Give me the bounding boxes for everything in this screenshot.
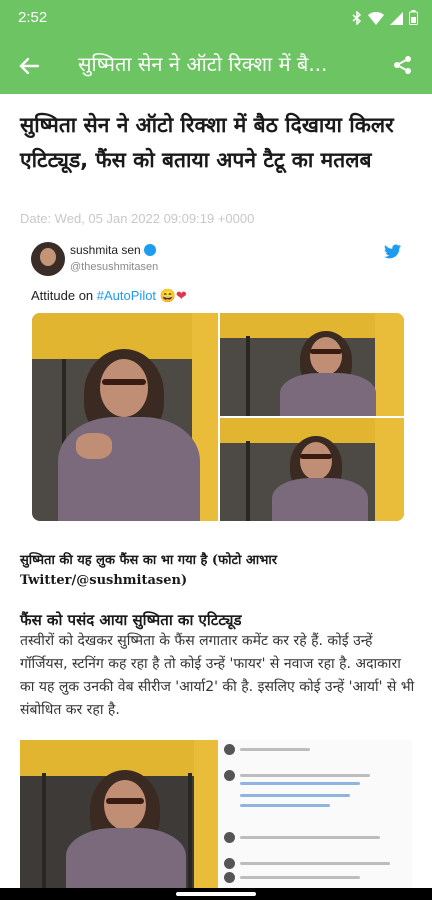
wifi-icon <box>368 10 384 29</box>
tweet-author-handle[interactable]: @thesushmitasen <box>70 261 158 273</box>
instagram-comments-panel <box>218 740 412 888</box>
tweet-hashtag[interactable]: #AutoPilot <box>97 288 156 303</box>
bluetooth-icon <box>352 10 362 29</box>
tweet-author-name[interactable]: sushmita sen <box>70 243 156 257</box>
share-icon <box>394 56 411 74</box>
app-bar-title: सुष्मिता सेन ने ऑटो रिक्शा में बै... <box>78 52 328 76</box>
twitter-bird-icon[interactable] <box>384 244 402 263</box>
article-paragraph: तस्वीरों को देखकर सुष्मिता के फैंस लगाता… <box>20 633 415 718</box>
battery-icon <box>409 10 418 29</box>
tweet-emojis: 😄❤ <box>159 288 187 303</box>
status-time: 2:52 <box>18 9 48 26</box>
image-caption: सुष्मिता की यह लुक फैंस का भा गया है (फो… <box>20 553 278 588</box>
tweet-author-name-text: sushmita sen <box>70 243 141 257</box>
article-subheading: फैंस को पसंद आया सुष्मिता का एटिट्यूड <box>20 611 242 629</box>
signal-icon <box>390 10 403 29</box>
article-headline: सुष्मिता सेन ने ऑटो रिक्शा में बैठ दिखाय… <box>20 113 394 172</box>
tweet-photo-3[interactable] <box>220 418 404 521</box>
tweet-photo-2[interactable] <box>220 313 404 416</box>
tweet-avatar[interactable] <box>31 242 65 276</box>
tweet-photo-1[interactable] <box>32 313 218 521</box>
tweet-text: Attitude on #AutoPilot 😄❤ <box>31 288 187 304</box>
back-arrow-icon <box>19 57 39 75</box>
app-bar: सुष्मिता सेन ने ऑटो रिक्शा में बै... <box>0 36 432 94</box>
tweet-photo-grid[interactable] <box>32 313 404 521</box>
tweet-text-prefix: Attitude on <box>31 288 97 303</box>
instagram-photo <box>20 740 218 888</box>
embedded-tweet[interactable]: sushmita sen @thesushmitasen Attitude on… <box>22 230 412 530</box>
back-button[interactable] <box>12 49 46 83</box>
share-button[interactable] <box>388 50 418 80</box>
home-gesture-pill[interactable] <box>176 892 256 896</box>
verified-badge-icon <box>143 244 156 256</box>
article-date: Date: Wed, 05 Jan 2022 09:09:19 +0000 <box>20 211 255 226</box>
status-icons <box>352 10 418 29</box>
instagram-embed-image[interactable] <box>20 740 412 888</box>
system-navigation-bar <box>0 888 432 900</box>
status-bar: 2:52 <box>0 0 432 36</box>
